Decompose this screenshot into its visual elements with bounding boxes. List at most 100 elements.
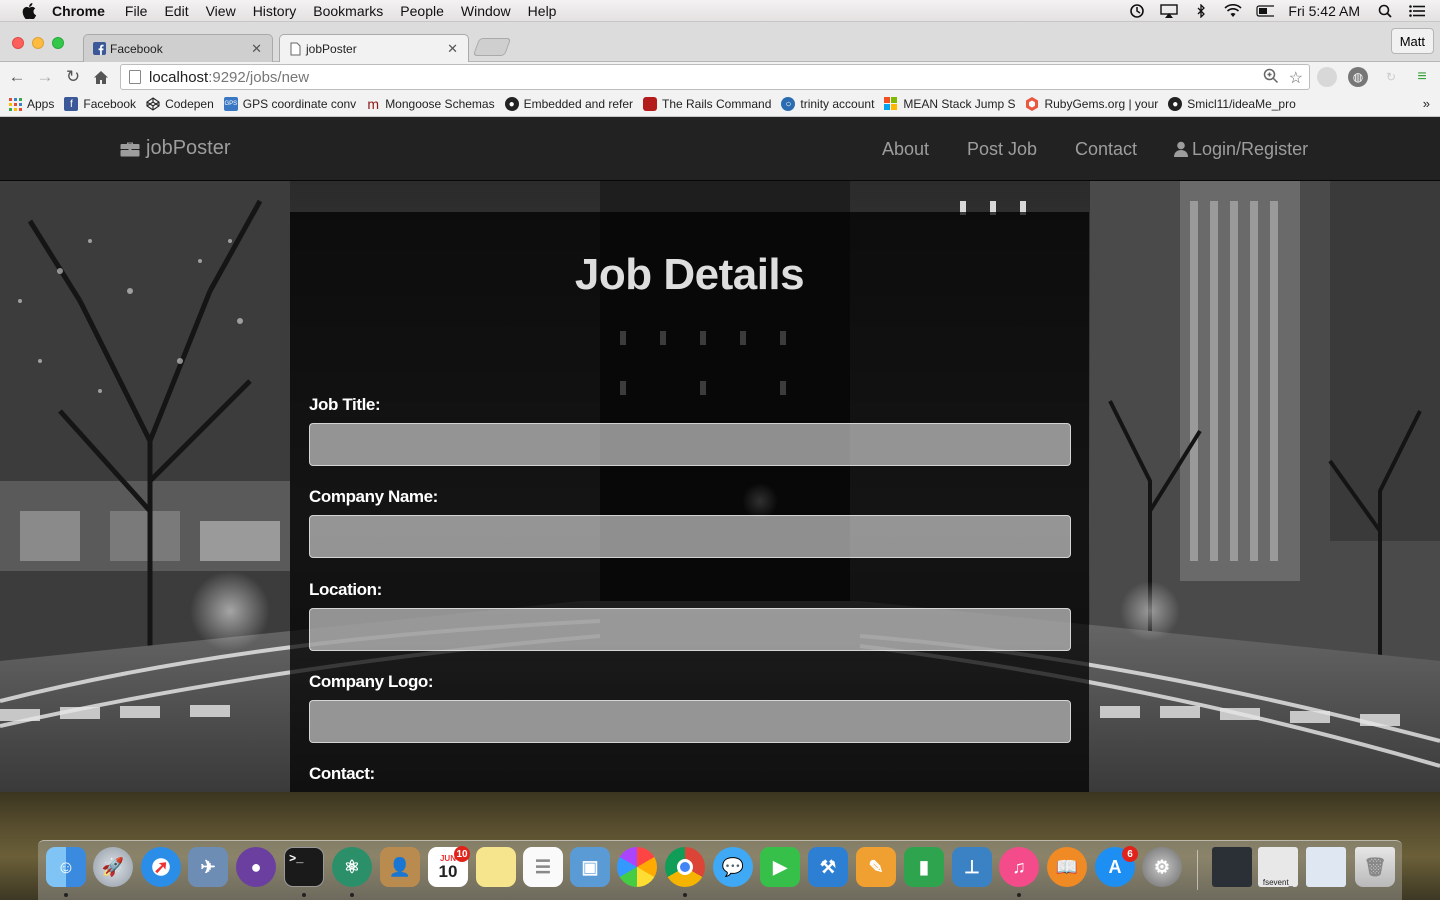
window-zoom-button[interactable] <box>52 37 64 49</box>
messages-icon[interactable]: 💬 <box>713 847 753 887</box>
bookmarks-overflow-icon[interactable]: » <box>1423 96 1430 111</box>
site-navbar: jobPoster About Post Job Contact Login/R… <box>0 117 1440 181</box>
back-arrow-icon[interactable]: ← <box>7 67 27 87</box>
extension-icon[interactable] <box>1317 67 1337 87</box>
safari-icon[interactable]: ➚ <box>141 847 181 887</box>
photos-icon[interactable] <box>617 847 657 887</box>
bluetooth-icon[interactable] <box>1192 4 1210 18</box>
menu-edit[interactable]: Edit <box>164 3 188 19</box>
battery-icon[interactable] <box>1256 4 1275 18</box>
bookmark-mean-stack[interactable]: MEAN Stack Jump S <box>884 97 1015 111</box>
job-title-input[interactable] <box>309 423 1071 466</box>
mail-icon[interactable]: ✈ <box>188 847 228 887</box>
window-close-button[interactable] <box>12 37 24 49</box>
menubar-clock[interactable]: Fri 5:42 AM <box>1288 3 1360 19</box>
timemachine-icon[interactable] <box>1128 4 1146 18</box>
bookmark-label: Facebook <box>83 97 137 111</box>
notification-center-icon[interactable] <box>1408 4 1426 18</box>
bookmark-star-icon[interactable]: ☆ <box>1289 68 1303 88</box>
bookmark-codepen[interactable]: Codepen <box>146 97 214 111</box>
menu-people[interactable]: People <box>400 3 444 19</box>
new-tab-button[interactable] <box>472 38 512 56</box>
keynote-icon[interactable]: ⊥ <box>952 847 992 887</box>
downloads-stack-icon[interactable] <box>1306 847 1346 887</box>
tab-facebook[interactable]: Facebook ✕ <box>83 34 273 62</box>
bookmark-trinity[interactable]: ○ trinity account <box>781 97 874 111</box>
spotlight-search-icon[interactable] <box>1376 4 1394 18</box>
bookmark-gps[interactable]: GPS GPS coordinate conv <box>223 97 356 111</box>
itunes-icon[interactable]: ♫ <box>999 847 1039 887</box>
terminal-window-thumbnail[interactable]: fsevent_ <box>1258 847 1298 887</box>
finder-icon[interactable]: ☺ <box>46 847 86 887</box>
trash-icon[interactable]: 🗑 <box>1355 847 1395 887</box>
profile-button[interactable]: Matt <box>1390 28 1434 54</box>
tab-close-icon[interactable]: ✕ <box>447 41 458 57</box>
page-info-icon[interactable] <box>129 70 141 84</box>
nav-contact-link[interactable]: Contact <box>1075 139 1137 160</box>
bookmark-mongoose[interactable]: m Mongoose Schemas <box>366 96 494 112</box>
atom-icon[interactable]: ⚛ <box>332 847 372 887</box>
terminal-icon[interactable]: >_ <box>284 847 324 887</box>
zoom-icon[interactable] <box>1263 68 1279 89</box>
bookmark-label: RubyGems.org | your <box>1044 97 1159 111</box>
appstore-badge: 6 <box>1122 846 1138 862</box>
pages-icon[interactable]: ✎ <box>856 847 896 887</box>
running-indicator <box>350 893 354 897</box>
bookmark-embedded[interactable]: ● Embedded and refer <box>504 97 633 111</box>
company-name-input[interactable] <box>309 515 1071 558</box>
contacts-icon[interactable]: 👤 <box>380 847 420 887</box>
nav-post-job-link[interactable]: Post Job <box>967 139 1037 160</box>
nav-about-link[interactable]: About <box>882 139 929 160</box>
globe-extension-icon[interactable]: ◍ <box>1348 67 1368 87</box>
menu-history[interactable]: History <box>253 3 297 19</box>
reminders-icon[interactable]: ☰ <box>523 847 563 887</box>
airplay-icon[interactable] <box>1160 4 1179 18</box>
facebook-icon <box>92 42 106 56</box>
site-brand[interactable]: jobPoster <box>120 137 231 160</box>
bookmark-ideame[interactable]: ● Smicl11/ideaMe_pro <box>1168 97 1296 111</box>
editor-window-thumbnail-icon[interactable] <box>1212 847 1252 887</box>
xcode-icon[interactable]: ⚒ <box>808 847 848 887</box>
tab-jobposter[interactable]: jobPoster ✕ <box>279 34 469 62</box>
forward-arrow-icon[interactable]: → <box>35 67 55 87</box>
calendar-day: 10 <box>438 861 458 881</box>
bookmark-rubygems[interactable]: RubyGems.org | your <box>1025 97 1158 111</box>
wifi-icon[interactable] <box>1224 4 1242 18</box>
menu-file[interactable]: File <box>125 3 148 19</box>
tab-close-icon[interactable]: ✕ <box>251 41 262 57</box>
briefcase-icon <box>120 142 140 156</box>
home-icon[interactable] <box>91 67 111 87</box>
numbers-icon[interactable]: ▮ <box>904 847 944 887</box>
menu-view[interactable]: View <box>206 3 236 19</box>
menu-app-chrome[interactable]: Chrome <box>52 3 105 19</box>
location-input[interactable] <box>309 608 1071 651</box>
menu-bookmarks[interactable]: Bookmarks <box>313 3 383 19</box>
bookmark-label: Apps <box>27 97 55 111</box>
launchpad-icon[interactable]: 🚀 <box>93 847 133 887</box>
notes-icon[interactable] <box>476 847 516 887</box>
preview-icon[interactable]: ▣ <box>570 847 610 887</box>
facetime-icon[interactable]: ▶ <box>760 847 800 887</box>
url-path: :9292/jobs/new <box>208 68 310 86</box>
page-icon <box>288 42 302 56</box>
nav-login-register-link[interactable]: Login/Register <box>1174 139 1308 160</box>
reload-icon[interactable]: ↻ <box>63 67 83 87</box>
chrome-icon[interactable] <box>665 847 705 887</box>
menu-window[interactable]: Window <box>461 3 511 19</box>
bookmark-rails[interactable]: The Rails Command <box>643 97 771 111</box>
bookmark-facebook[interactable]: f Facebook <box>64 97 136 111</box>
bookmark-apps[interactable]: Apps <box>8 97 54 111</box>
window-minimize-button[interactable] <box>32 37 44 49</box>
ibooks-icon[interactable]: 📖 <box>1047 847 1087 887</box>
address-bar[interactable]: localhost:9292/jobs/new ☆ <box>120 64 1310 90</box>
chrome-menu-icon[interactable]: ≡ <box>1412 67 1432 87</box>
mac-menubar: Chrome File Edit View History Bookmarks … <box>0 0 1440 22</box>
apple-icon[interactable] <box>20 2 38 20</box>
codepen-icon <box>146 97 160 111</box>
github-desktop-icon[interactable]: ● <box>236 847 276 887</box>
menu-help[interactable]: Help <box>528 3 557 19</box>
refresh-extension-icon[interactable]: ↻ <box>1381 67 1401 87</box>
system-preferences-icon[interactable]: ⚙ <box>1142 847 1182 887</box>
github-icon: ● <box>504 97 519 111</box>
company-logo-input[interactable] <box>309 700 1071 743</box>
